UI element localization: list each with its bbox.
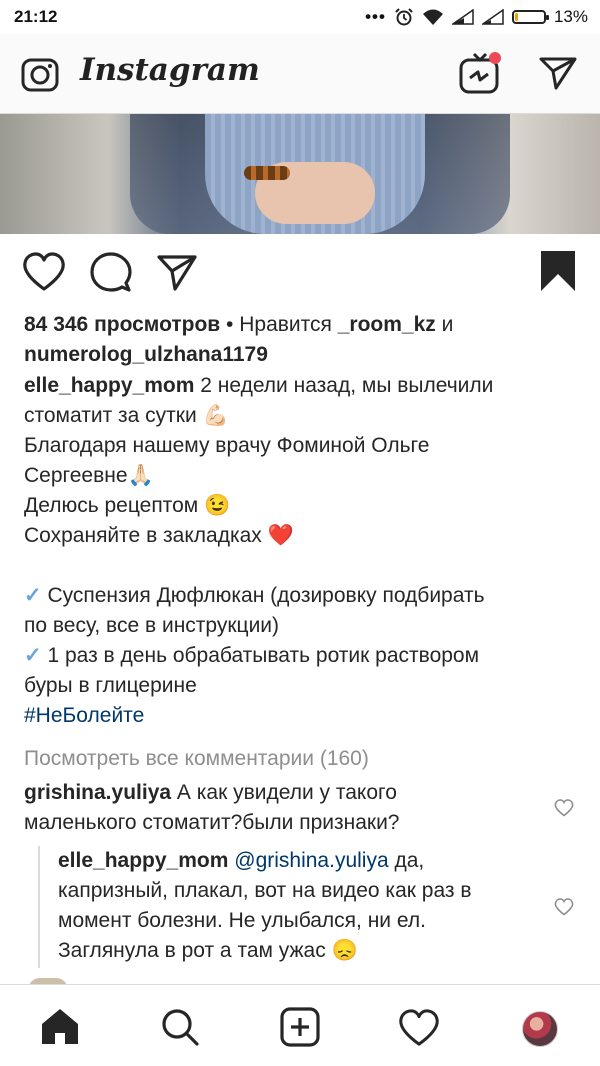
more-dots-icon: ••• bbox=[365, 7, 386, 26]
comment-username[interactable]: grishina.yuliya bbox=[24, 781, 171, 804]
reply-comment: elle_happy_mom @grishina.yuliya да, капр… bbox=[58, 846, 530, 966]
battery-percent: 13% bbox=[553, 7, 588, 26]
share-icon[interactable] bbox=[156, 254, 198, 292]
tip-1-line-2: по весу, все в инструкции) bbox=[24, 614, 280, 637]
likes-label: • Нравится bbox=[220, 313, 338, 336]
signal-icon-2 bbox=[481, 9, 504, 25]
instagram-logo: Instagram bbox=[80, 52, 260, 88]
app-header: Instagram bbox=[0, 34, 600, 114]
igtv-icon[interactable] bbox=[458, 48, 504, 98]
hashtag-link[interactable]: #НеБолейте bbox=[24, 704, 144, 727]
post-media[interactable] bbox=[0, 114, 600, 234]
views-likes: 84 346 просмотров • Нравится _room_kz и … bbox=[24, 310, 580, 370]
reply-text-line-4: Заглянула в рот а там ужас 😞 bbox=[58, 939, 358, 962]
reply-username[interactable]: elle_happy_mom bbox=[58, 849, 228, 872]
comment-text-line-1: А как увидели у такого bbox=[171, 781, 397, 804]
tip-2-line-1: 1 раз в день обрабатывать ротик растворо… bbox=[41, 644, 480, 667]
author-username[interactable]: elle_happy_mom bbox=[24, 374, 194, 397]
caption-line-3: Благодаря нашему врачу Фоминой Ольге bbox=[24, 434, 430, 457]
comment-like-icon[interactable] bbox=[554, 799, 574, 817]
caption-line-1: 2 недели назад, мы вылечили bbox=[194, 374, 494, 397]
bottom-navigation bbox=[0, 984, 600, 1066]
save-bookmark-icon[interactable] bbox=[540, 250, 576, 292]
tip-2-line-2: буры в глицерине bbox=[24, 674, 197, 697]
liker-username-2[interactable]: numerolog_ulzhana1179 bbox=[24, 343, 268, 366]
profile-avatar[interactable] bbox=[522, 1011, 558, 1047]
liker-username[interactable]: _room_kz bbox=[338, 313, 436, 336]
comment-text-line-2: маленького стоматит?были признаки? bbox=[24, 811, 400, 834]
wifi-icon bbox=[422, 9, 443, 25]
reply-text-line-3: момент болезни. Не улыбался, ни ел. bbox=[58, 909, 426, 932]
reply-text-line-1: да, bbox=[388, 849, 425, 872]
post-caption: elle_happy_mom 2 недели назад, мы вылечи… bbox=[24, 371, 580, 731]
direct-message-icon[interactable] bbox=[538, 54, 578, 92]
reply-like-icon[interactable] bbox=[554, 898, 574, 916]
status-time: 21:12 bbox=[14, 7, 58, 26]
reply-text-line-2: капризный, плакал, вот на видео как раз … bbox=[58, 879, 472, 902]
check-mark-icon: ✓ bbox=[24, 584, 42, 607]
home-icon[interactable] bbox=[40, 1007, 80, 1045]
caption-line-2: стоматит за сутки 💪🏻 bbox=[24, 404, 229, 427]
like-heart-icon[interactable] bbox=[22, 252, 66, 292]
alarm-icon bbox=[395, 8, 413, 26]
likes-and: и bbox=[435, 313, 454, 336]
views-count[interactable]: 84 346 просмотров bbox=[24, 313, 220, 336]
post-actions bbox=[0, 234, 600, 304]
reply-thread-line bbox=[38, 846, 40, 968]
camera-icon[interactable] bbox=[20, 54, 60, 94]
view-all-comments-link[interactable]: Посмотреть все комментарии (160) bbox=[24, 744, 580, 774]
signal-icon bbox=[451, 9, 474, 25]
comment-icon[interactable] bbox=[90, 252, 132, 294]
battery-icon bbox=[511, 10, 549, 24]
tip-1-line-1: Суспензия Дюфлюкан (дозировку подбирать bbox=[41, 584, 485, 607]
new-post-icon[interactable] bbox=[280, 1007, 320, 1047]
status-bar: 21:12 ••• 13% bbox=[0, 0, 600, 34]
reply-mention[interactable]: @grishina.yuliya bbox=[234, 849, 388, 872]
activity-heart-icon[interactable] bbox=[398, 1009, 440, 1047]
search-icon[interactable] bbox=[160, 1007, 200, 1047]
caption-line-5: Делюсь рецептом 😉 bbox=[24, 494, 231, 517]
check-mark-icon: ✓ bbox=[24, 644, 42, 667]
caption-line-6: Сохраняйте в закладках ❤️ bbox=[24, 524, 294, 547]
comment: grishina.yuliya А как увидели у такого м… bbox=[24, 778, 530, 838]
status-icons: ••• 13% bbox=[365, 7, 588, 27]
caption-line-4: Сергеевне🙏🏻 bbox=[24, 464, 154, 487]
